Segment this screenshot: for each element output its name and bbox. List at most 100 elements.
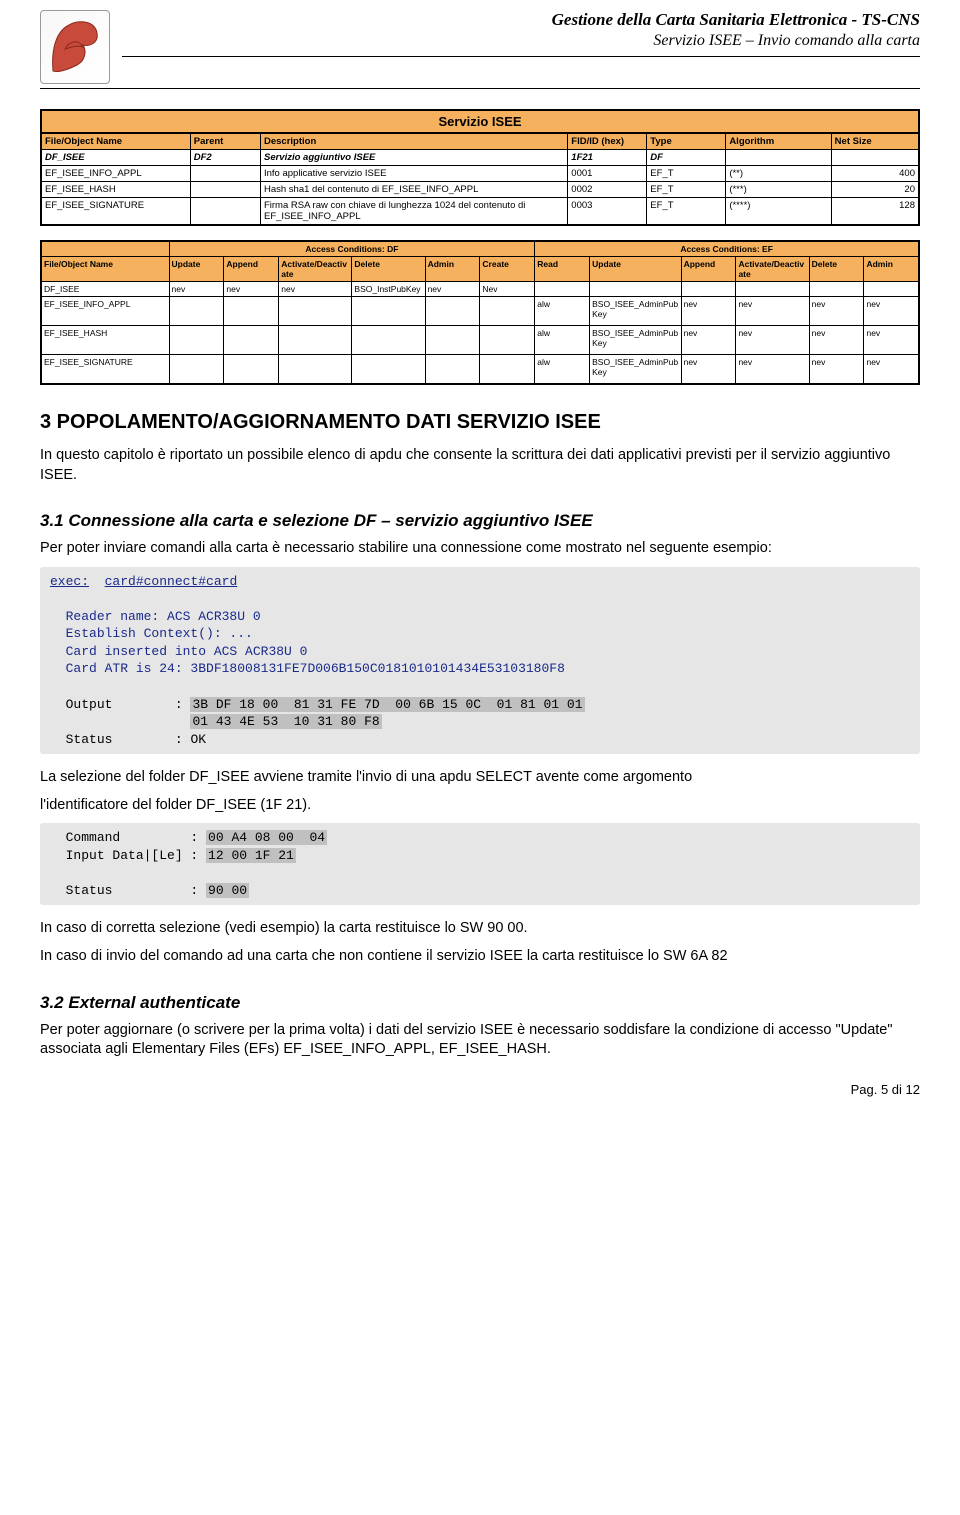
cell: alw: [535, 326, 590, 355]
pegasus-icon: [49, 17, 101, 77]
col: Delete: [352, 257, 425, 282]
para-select-2: l'identificatore del folder DF_ISEE (1F …: [40, 796, 920, 816]
code-value: 01 43 4E 53 10 31 80 F8: [190, 714, 381, 729]
section-ef: Access Conditions: EF: [535, 241, 919, 257]
col-fid: FID/ID (hex): [568, 133, 647, 150]
section-df: Access Conditions: DF: [169, 241, 535, 257]
code-label: Command: [66, 830, 121, 845]
cell: nev: [681, 297, 736, 326]
cell: EF_ISEE_HASH: [41, 326, 169, 355]
para-select-1: La selezione del folder DF_ISEE avviene …: [40, 768, 920, 788]
header-subtitle: Servizio ISEE – Invio comando alla carta: [122, 32, 920, 50]
ac-ef-row: EF_ISEE_INFO_APPL alw BSO_ISEE_AdminPubK…: [41, 297, 919, 326]
table-row: DF_ISEE DF2 Servizio aggiuntivo ISEE 1F2…: [41, 150, 919, 166]
cell: [190, 198, 260, 226]
cell: nev: [809, 297, 864, 326]
code-value: 00 A4 08 00 04: [206, 830, 327, 845]
col: Append: [681, 257, 736, 282]
table-row: EF_ISEE_INFO_APPL Info applicative servi…: [41, 166, 919, 182]
cell: DF2: [190, 150, 260, 166]
cell: EF_ISEE_SIGNATURE: [41, 355, 169, 385]
cell: BSO_ISEE_AdminPubKey: [590, 297, 681, 326]
section-3-heading: 3 POPOLAMENTO/AGGIORNAMENTO DATI SERVIZI…: [40, 411, 920, 434]
cell: EF_T: [647, 198, 726, 226]
para-result-err: In caso di invio del comando ad una cart…: [40, 947, 920, 967]
code-line: Card inserted into ACS ACR38U 0: [66, 644, 308, 659]
para-result-ok: In caso di corretta selezione (vedi esem…: [40, 919, 920, 939]
col-name: File/Object Name: [41, 133, 190, 150]
cell: 1F21: [568, 150, 647, 166]
code-label: Output: [66, 697, 113, 712]
cell: nev: [736, 297, 809, 326]
table-header-row: File/Object Name Parent Description FID/…: [41, 133, 919, 150]
col: Update: [169, 257, 224, 282]
ac-ef-row: EF_ISEE_SIGNATURE alw BSO_ISEE_AdminPubK…: [41, 355, 919, 385]
access-conditions-table: Access Conditions: DF Access Conditions:…: [40, 240, 920, 385]
cell: 400: [831, 166, 919, 182]
cell: 128: [831, 198, 919, 226]
code-value: 3B DF 18 00 81 31 FE 7D 00 6B 15 0C 01 8…: [190, 697, 584, 712]
col: Activate/Deactivate: [736, 257, 809, 282]
cell: [831, 150, 919, 166]
cell: EF_ISEE_INFO_APPL: [41, 166, 190, 182]
cell: EF_ISEE_INFO_APPL: [41, 297, 169, 326]
cell: 0001: [568, 166, 647, 182]
ac-ef-row: EF_ISEE_HASH alw BSO_ISEE_AdminPubKey ne…: [41, 326, 919, 355]
blank-corner: [41, 241, 169, 257]
col-desc: Description: [260, 133, 567, 150]
table-row: EF_ISEE_HASH Hash sha1 del contenuto di …: [41, 182, 919, 198]
code-line: Card ATR is 24: 3BDF18008131FE7D006B150C…: [66, 661, 565, 676]
col: Delete: [809, 257, 864, 282]
col-size: Net Size: [831, 133, 919, 150]
cell: alw: [535, 297, 590, 326]
cell: nev: [169, 282, 224, 297]
cell: nev: [809, 355, 864, 385]
cell: Firma RSA raw con chiave di lunghezza 10…: [260, 198, 567, 226]
cell: EF_T: [647, 182, 726, 198]
cell: nev: [864, 297, 919, 326]
cell: (**): [726, 166, 831, 182]
cell: [190, 182, 260, 198]
col: Activate/Deactivate: [279, 257, 352, 282]
servizio-isee-table: Servizio ISEE File/Object Name Parent De…: [40, 109, 920, 226]
ac-df-row: DF_ISEE nev nev nev BSO_InstPubKey nev N…: [41, 282, 919, 297]
col-type: Type: [647, 133, 726, 150]
col: Append: [224, 257, 279, 282]
section-3-2-heading: 3.2 External authenticate: [40, 993, 920, 1013]
cell: nev: [864, 326, 919, 355]
col: Update: [590, 257, 681, 282]
section-3-1-heading: 3.1 Connessione alla carta e selezione D…: [40, 511, 920, 531]
cell: 20: [831, 182, 919, 198]
cell: [726, 150, 831, 166]
cell: [190, 166, 260, 182]
col: Create: [480, 257, 535, 282]
code-cmd: card#connect#card: [105, 574, 238, 589]
cell: nev: [425, 282, 480, 297]
col: Read: [535, 257, 590, 282]
cell: nev: [224, 282, 279, 297]
code-label: Status: [66, 732, 113, 747]
code-label: Input Data|[Le] :: [66, 848, 199, 863]
cell: 0003: [568, 198, 647, 226]
code-line: Reader name: ACS ACR38U 0: [66, 609, 261, 624]
col: Admin: [864, 257, 919, 282]
cell: nev: [736, 355, 809, 385]
region-logo-icon: [40, 10, 110, 84]
cell: BSO_ISEE_AdminPubKey: [590, 326, 681, 355]
cell: nev: [279, 282, 352, 297]
page-header: Gestione della Carta Sanitaria Elettroni…: [40, 0, 920, 89]
cell: DF_ISEE: [41, 282, 169, 297]
cell: Hash sha1 del contenuto di EF_ISEE_INFO_…: [260, 182, 567, 198]
cell: nev: [681, 355, 736, 385]
code-label: exec:: [50, 574, 89, 589]
cell: nev: [736, 326, 809, 355]
code-line: Establish Context(): ...: [66, 626, 253, 641]
cell: DF_ISEE: [41, 150, 190, 166]
cell: (***): [726, 182, 831, 198]
code-block-select: Command : 00 A4 08 00 04 Input Data|[Le]…: [40, 823, 920, 905]
code-label: Status: [66, 883, 113, 898]
cell: Servizio aggiuntivo ISEE: [260, 150, 567, 166]
cell: (****): [726, 198, 831, 226]
code-value: 90 00: [206, 883, 249, 898]
cell: alw: [535, 355, 590, 385]
